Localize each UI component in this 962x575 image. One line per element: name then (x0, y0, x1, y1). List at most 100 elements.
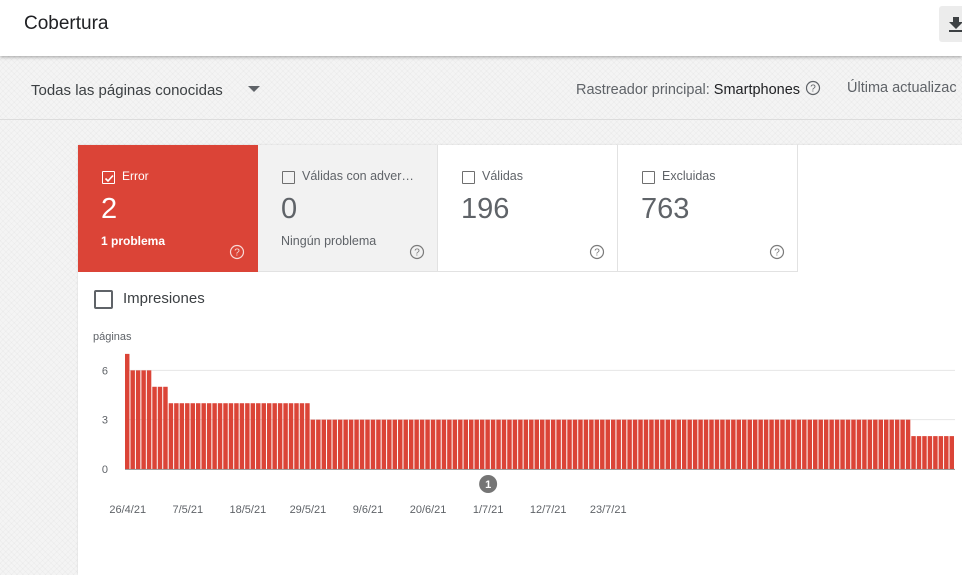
bar (365, 419, 370, 469)
bar (616, 419, 621, 469)
help-icon[interactable]: ? (589, 244, 605, 265)
bar (496, 419, 501, 469)
page-filter-select[interactable]: Todas las páginas conocidas (31, 80, 271, 100)
x-tick-label: 12/7/21 (530, 504, 567, 516)
bar (791, 419, 796, 469)
bar (927, 436, 933, 469)
download-button[interactable] (939, 6, 962, 42)
bar (632, 419, 638, 469)
chevron-down-icon (248, 86, 260, 92)
bar (884, 419, 889, 469)
svg-text:?: ? (594, 248, 600, 259)
bar (479, 419, 485, 469)
bar (266, 403, 272, 469)
svg-text:?: ? (234, 248, 240, 259)
bar (769, 419, 774, 469)
bar (796, 419, 802, 469)
bar (742, 419, 747, 469)
bar (725, 419, 731, 469)
card-sub: Ningún problema (281, 234, 377, 248)
excluded-checkbox[interactable] (642, 171, 655, 184)
bar (736, 419, 742, 469)
impressions-checkbox[interactable] (94, 290, 113, 309)
bar (283, 403, 288, 469)
help-icon[interactable]: ? (229, 244, 245, 265)
coverage-chart: páginas 0 3 6 9 26/4/21 7/5/21 18/5/21 29/5/21 9/… (93, 325, 955, 516)
bar (627, 419, 632, 469)
bar (534, 419, 539, 469)
bar (545, 419, 550, 469)
bar (594, 419, 600, 469)
filter-bar: Todas las páginas conocidas Rastreador p… (0, 56, 962, 120)
bar (452, 419, 458, 469)
crawler-value: Smartphones (713, 82, 801, 98)
bar (938, 436, 944, 469)
bar (507, 419, 512, 469)
help-icon[interactable]: ? (769, 244, 785, 265)
bar (671, 419, 676, 469)
y-tick-label: 9 (102, 325, 108, 328)
bar (665, 419, 671, 469)
bar (195, 403, 201, 469)
bar (894, 419, 900, 469)
valid-warnings-card[interactable]: Válidas con adver… 0 Ningún problema ? (258, 145, 438, 272)
bar (905, 419, 911, 469)
bar (141, 370, 146, 469)
bar (889, 419, 894, 469)
card-label: Excluidas (662, 169, 716, 183)
card-count: 2 (101, 193, 118, 225)
card-count: 0 (281, 193, 298, 225)
bar (463, 419, 469, 469)
bar (376, 419, 381, 469)
bar (572, 419, 578, 469)
excluded-card[interactable]: Excluidas 763 ? (618, 145, 798, 272)
bar (250, 403, 256, 469)
bar (660, 419, 665, 469)
bar (201, 403, 206, 469)
bar (681, 419, 687, 469)
svg-text:?: ? (810, 84, 816, 95)
last-update: Última actualizac (847, 80, 957, 96)
valid-checkbox[interactable] (462, 171, 475, 184)
bar (299, 403, 305, 469)
bar (419, 419, 425, 469)
bar (851, 419, 856, 469)
bar (321, 419, 327, 469)
bar (157, 386, 163, 469)
bar (125, 353, 130, 469)
bar (239, 403, 245, 469)
card-label: Válidas (482, 169, 523, 183)
error-checkbox[interactable] (102, 171, 115, 184)
card-label: Error (122, 169, 149, 183)
bar (469, 419, 474, 469)
bar (354, 419, 359, 469)
bar (823, 419, 829, 469)
valid-card[interactable]: Válidas 196 ? (438, 145, 618, 272)
bar (687, 419, 692, 469)
error-card[interactable]: Error 2 1 problema ? (78, 145, 258, 272)
x-tick-label: 18/5/21 (230, 504, 267, 516)
crawler-info: Rastreador principal: Smartphones ? (576, 80, 821, 100)
bar (763, 419, 769, 469)
card-count: 196 (461, 193, 510, 225)
bar (589, 419, 594, 469)
bar (316, 419, 321, 469)
bar (474, 419, 479, 469)
bar (245, 403, 250, 469)
page-title: Cobertura (24, 13, 109, 34)
help-icon[interactable]: ? (409, 244, 425, 265)
bar (518, 419, 523, 469)
bar (485, 419, 490, 469)
bar (430, 419, 436, 469)
bar (217, 403, 223, 469)
bar (840, 419, 845, 469)
bar (813, 419, 818, 469)
valid-warnings-checkbox[interactable] (282, 171, 295, 184)
bar (414, 419, 419, 469)
bar (212, 403, 217, 469)
card-count: 763 (641, 193, 690, 225)
help-icon[interactable]: ? (805, 80, 821, 100)
bar (163, 386, 168, 469)
bar (758, 419, 763, 469)
bar (922, 436, 927, 469)
